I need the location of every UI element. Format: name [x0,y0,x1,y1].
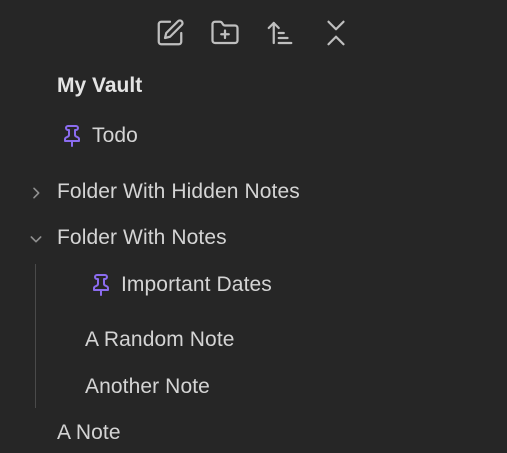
new-folder-icon [211,20,239,45]
chevron-right-icon[interactable] [26,183,46,203]
folder-label: Folder With Notes [57,226,227,249]
pin-icon [60,123,84,149]
file-explorer-toolbar [150,14,362,52]
collapse-all-button[interactable] [316,14,356,52]
folder-label: Folder With Hidden Notes [57,180,300,203]
tree-item-label: Another Note [85,375,210,398]
tree-item-a-random-note[interactable]: A Random Note [85,320,235,360]
indent-guide [35,264,36,408]
tree-item-label: Important Dates [121,273,272,296]
tree-item-a-note[interactable]: A Note [57,413,121,453]
tree-folder-hidden-notes[interactable]: Folder With Hidden Notes [57,172,300,212]
sort-button[interactable] [260,14,300,52]
tree-item-label: A Random Note [85,328,235,351]
tree-item-label: Todo [92,124,138,147]
tree-item-label: A Note [57,421,121,444]
tree-folder-with-notes[interactable]: Folder With Notes [57,218,227,258]
vault-name[interactable]: My Vault [57,74,142,98]
sort-icon [267,21,293,45]
tree-item-important-dates[interactable]: Important Dates [89,265,272,305]
tree-item-todo[interactable]: Todo [60,116,138,156]
pin-icon [89,272,113,298]
new-note-button[interactable] [150,14,190,52]
new-folder-button[interactable] [205,14,245,52]
tree-item-another-note[interactable]: Another Note [85,367,210,407]
collapse-all-icon [327,20,345,46]
new-note-icon [157,19,184,46]
chevron-down-icon[interactable] [26,229,46,249]
